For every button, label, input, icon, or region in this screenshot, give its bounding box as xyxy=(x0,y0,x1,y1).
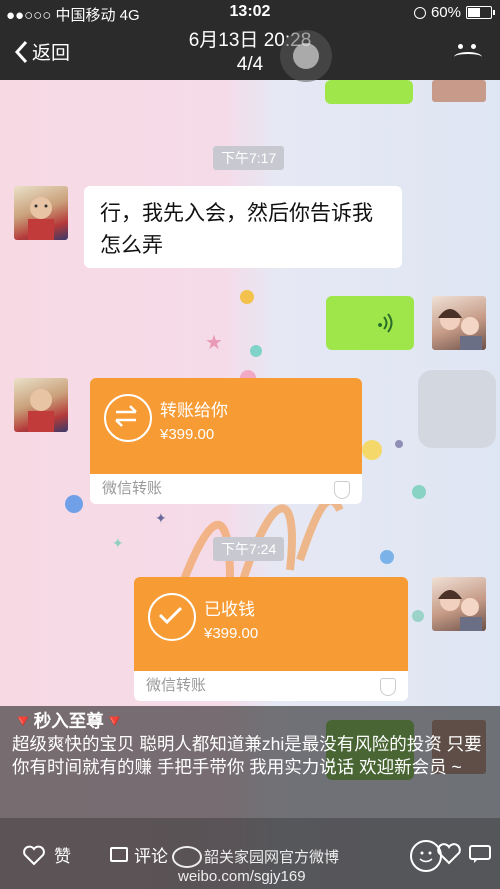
weibo-logo-icon xyxy=(172,846,202,868)
status-bar: ●●○○○ 中国移动 4G 13:02 60% xyxy=(0,0,500,26)
transfer-title: 已收钱 xyxy=(204,600,255,619)
transfer-footer: 微信转账 xyxy=(146,677,207,694)
assistive-touch-button[interactable] xyxy=(280,30,332,82)
watermark-url: weibo.com/sgjy169 xyxy=(178,868,306,885)
orientation-lock-icon xyxy=(413,6,426,19)
star-decoration: ✦ xyxy=(155,510,167,526)
self-avatar[interactable] xyxy=(432,296,486,350)
message-bubble-text: 行，我先入会，然后你告诉我怎么弄 xyxy=(84,186,402,268)
heart-icon xyxy=(23,845,45,865)
checkmark-icon xyxy=(148,593,196,641)
watermark: 韶关家园网官方微博 weibo.com/sgjy169 xyxy=(172,846,340,886)
transfer-sent-card[interactable]: 转账给你 ¥399.00 微信转账 xyxy=(90,378,362,504)
transfer-received-card[interactable]: 已收钱 ¥399.00 微信转账 xyxy=(134,577,408,701)
transfer-footer: 微信转账 xyxy=(102,480,163,497)
watermark-name: 韶关家园网官方微博 xyxy=(204,849,340,866)
transfer-amount: ¥399.00 xyxy=(160,426,215,443)
comment-button[interactable]: 评论 xyxy=(110,842,168,867)
battery-percent: 60% xyxy=(430,4,461,21)
self-avatar[interactable] xyxy=(432,577,486,631)
comment-icon[interactable] xyxy=(468,844,492,864)
like-button[interactable]: 赞 xyxy=(22,842,71,867)
photo-date: 6月13日 20:28 xyxy=(188,30,312,51)
contact-avatar[interactable] xyxy=(14,378,68,432)
screenshot: ★ ✦ ✦ ●●○○○ 中国移动 4G 13:02 60% 返回 6月13日 2… xyxy=(0,0,500,889)
star-decoration: ★ xyxy=(205,332,223,354)
star-decoration: ✦ xyxy=(112,535,124,551)
comment-label: 评论 xyxy=(134,847,168,866)
caption-body: 超级爽快的宝贝 聪明人都知道兼zhi是最没有风险的投资 只要你有时间就有的赚 手… xyxy=(12,734,482,777)
nav-title: 6月13日 20:28 4/4 xyxy=(0,29,500,77)
battery-icon xyxy=(466,6,495,19)
transfer-amount: ¥399.00 xyxy=(204,625,259,642)
caption-heading: 🔻秒入至尊🔻 xyxy=(12,711,126,731)
shield-icon xyxy=(380,678,396,696)
photo-counter: 4/4 xyxy=(236,54,264,75)
time-divider: 下午7:24 xyxy=(213,537,285,561)
heart-icon[interactable] xyxy=(436,842,462,866)
photo-caption: 🔻秒入至尊🔻 超级爽快的宝贝 聪明人都知道兼zhi是最没有风险的投资 只要你有时… xyxy=(0,706,500,818)
shield-icon xyxy=(334,481,350,499)
voice-message-bubble[interactable] xyxy=(326,296,414,350)
contact-avatar[interactable] xyxy=(14,186,68,240)
partial-message-bubble xyxy=(325,80,413,104)
voice-wave-icon xyxy=(378,313,393,333)
self-avatar-partial xyxy=(432,80,486,102)
nav-bar: 返回 6月13日 20:28 4/4 xyxy=(0,26,500,82)
transfer-arrows-icon xyxy=(104,394,152,442)
like-label: 赞 xyxy=(54,847,71,866)
transfer-title: 转账给你 xyxy=(160,401,228,420)
bottom-bar: 赞 评论 韶关家园网官方微博 weibo.com/sgjy169 xyxy=(0,818,500,889)
time-divider: 下午7:17 xyxy=(213,146,285,170)
comment-icon xyxy=(110,847,128,862)
floating-widget xyxy=(418,370,496,448)
more-options-icon[interactable] xyxy=(454,44,482,64)
